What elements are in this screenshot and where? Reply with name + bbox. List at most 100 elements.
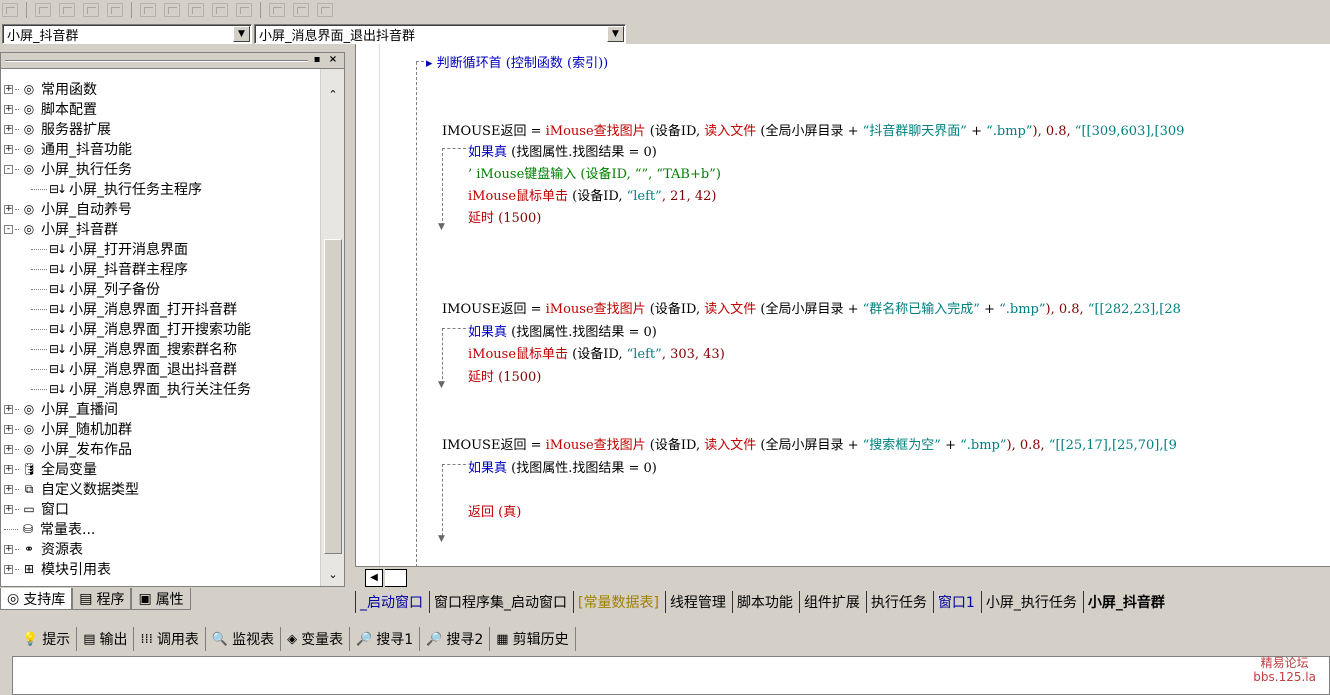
scroll-left-icon[interactable]: ◀: [365, 569, 383, 587]
tree-item[interactable]: ⊟↓ 小屏_消息界面_执行关注任务: [1, 379, 319, 399]
tree-item[interactable]: + ◎ 小屏_直播间: [1, 399, 319, 419]
expand-icon[interactable]: +: [4, 404, 13, 414]
editor-hscrollbar[interactable]: ◀: [355, 566, 1330, 588]
expand-icon[interactable]: +: [4, 464, 13, 474]
space-horizontal-icon[interactable]: [212, 3, 228, 17]
file-tab[interactable]: _启动窗口: [355, 591, 429, 613]
tab-search-2[interactable]: 🔎 搜寻2: [420, 627, 491, 651]
same-width-icon[interactable]: [140, 3, 156, 17]
tree-item[interactable]: + ⧉ 自定义数据类型: [1, 479, 319, 499]
tree-item[interactable]: + ◎ 通用_抖音功能: [1, 139, 319, 159]
file-tab[interactable]: 窗口1: [932, 591, 981, 613]
expand-icon[interactable]: +: [4, 124, 13, 134]
collapse-icon[interactable]: -: [4, 224, 13, 234]
file-tab[interactable]: 窗口程序集_启动窗口: [429, 591, 573, 613]
output-pane[interactable]: [12, 656, 1330, 695]
tab-watch-table[interactable]: 🔍 监视表: [206, 627, 282, 651]
tree-item[interactable]: + ◎ 小屏_随机加群: [1, 419, 319, 439]
same-height-icon[interactable]: [164, 3, 180, 17]
center-both-icon[interactable]: [317, 3, 333, 17]
code-line[interactable]: 返回 (真): [468, 501, 521, 520]
expand-icon[interactable]: +: [4, 564, 13, 574]
chevron-down-icon[interactable]: ▼: [233, 26, 250, 42]
code-editor[interactable]: ▸ 判断循环首 (控制函数 (索引)) IMOUSE返回 = iMouse查找图…: [355, 44, 1330, 566]
file-tab[interactable]: 执行任务: [865, 591, 933, 613]
tab-output[interactable]: ▤ 输出: [77, 627, 135, 651]
expand-icon[interactable]: +: [4, 444, 13, 454]
code-line[interactable]: 延时 (1500): [468, 366, 541, 385]
tree-item[interactable]: ⊟↓ 小屏_执行任务主程序: [1, 179, 319, 199]
tree-item[interactable]: + 🛢 全局变量: [1, 459, 319, 479]
tab-program[interactable]: ▤ 程序: [72, 588, 132, 610]
tree-item[interactable]: + ◎ 常用函数: [1, 79, 319, 99]
expand-icon[interactable]: +: [4, 104, 13, 114]
tab-call-table[interactable]: ⁞⁞⁞ 调用表: [134, 627, 206, 651]
code-line[interactable]: 延时 (1500): [468, 207, 541, 226]
tab-clipboard-history[interactable]: ▦ 剪辑历史: [490, 627, 576, 651]
tab-support-library[interactable]: ◎ 支持库: [0, 588, 73, 610]
tree-item[interactable]: + ◎ 小屏_自动养号: [1, 199, 319, 219]
code-line[interactable]: 如果真 (找图属性.找图结果 = 0): [468, 321, 657, 340]
code-line[interactable]: 如果真 (找图属性.找图结果 = 0): [468, 141, 657, 160]
center-vertical-icon[interactable]: [293, 3, 309, 17]
align-right-icon[interactable]: [107, 3, 123, 17]
tree-scrollbar[interactable]: ⌃ ⌄: [320, 69, 344, 586]
align-left-icon[interactable]: [2, 3, 18, 17]
align-top-icon[interactable]: [35, 3, 51, 17]
tab-search-1[interactable]: 🔎 搜寻1: [350, 627, 421, 651]
tree-item[interactable]: ⊟↓ 小屏_抖音群主程序: [1, 259, 319, 279]
file-tab[interactable]: 线程管理: [664, 591, 732, 613]
tree-item[interactable]: + ⊞ 模块引用表: [1, 559, 319, 579]
tree-item[interactable]: ⛁ 常量表...: [1, 519, 319, 539]
tree-item[interactable]: + ⚭ 资源表: [1, 539, 319, 559]
minimize-panel-icon[interactable]: ▪: [310, 54, 324, 67]
file-tab[interactable]: 脚本功能: [731, 591, 799, 613]
expand-icon[interactable]: +: [4, 544, 13, 554]
tree-item[interactable]: ⊟↓ 小屏_消息界面_搜索群名称: [1, 339, 319, 359]
tab-hint[interactable]: 💡 提示: [16, 627, 78, 651]
align-bottom-icon[interactable]: [83, 3, 99, 17]
scroll-down-icon[interactable]: ⌄: [324, 567, 342, 583]
tree-item[interactable]: + ◎ 脚本配置: [1, 99, 319, 119]
expand-icon[interactable]: +: [4, 484, 13, 494]
tab-variable-table[interactable]: ◈ 变量表: [281, 627, 351, 651]
center-horizontal-icon[interactable]: [269, 3, 285, 17]
file-tab[interactable]: 组件扩展: [798, 591, 866, 613]
subroutine-select[interactable]: 小屏_消息界面_退出抖音群 ▼: [254, 24, 626, 44]
space-vertical-icon[interactable]: [236, 3, 252, 17]
align-middle-icon[interactable]: [59, 3, 75, 17]
expand-icon[interactable]: +: [4, 204, 13, 214]
tree-item[interactable]: ⊟↓ 小屏_消息界面_打开搜索功能: [1, 319, 319, 339]
file-tab[interactable]: 小屏_执行任务: [980, 591, 1083, 613]
tree-item[interactable]: ⊟↓ 小屏_打开消息界面: [1, 239, 319, 259]
class-select[interactable]: 小屏_抖音群 ▼: [2, 24, 252, 44]
code-line[interactable]: IMOUSE返回 = iMouse查找图片 (设备ID, 读入文件 (全局小屏目…: [442, 434, 1177, 453]
code-line[interactable]: IMOUSE返回 = iMouse查找图片 (设备ID, 读入文件 (全局小屏目…: [442, 120, 1184, 139]
collapse-icon[interactable]: -: [4, 164, 13, 174]
tree-item[interactable]: ⊟↓ 小屏_消息界面_退出抖音群: [1, 359, 319, 379]
tab-properties[interactable]: ▣ 属性: [131, 588, 191, 610]
tree-item[interactable]: + ◎ 小屏_发布作品: [1, 439, 319, 459]
code-line[interactable]: iMouse鼠标单击 (设备ID, “left”, 303, 43): [468, 343, 725, 362]
code-line[interactable]: iMouse鼠标单击 (设备ID, “left”, 21, 42): [468, 185, 717, 204]
code-line[interactable]: ▸ 判断循环首 (控制函数 (索引)): [426, 52, 608, 71]
scroll-up-icon[interactable]: ⌃: [324, 87, 342, 103]
tree-item[interactable]: ⊟↓ 小屏_列子备份: [1, 279, 319, 299]
expand-icon[interactable]: +: [4, 504, 13, 514]
tree-item[interactable]: ⊟↓ 小屏_消息界面_打开抖音群: [1, 299, 319, 319]
tree-item[interactable]: + ▭ 窗口: [1, 499, 319, 519]
expand-icon[interactable]: +: [4, 424, 13, 434]
tree-item[interactable]: - ◎ 小屏_抖音群: [1, 219, 319, 239]
chevron-down-icon[interactable]: ▼: [607, 26, 624, 42]
code-line[interactable]: ’ iMouse键盘输入 (设备ID, “”, “TAB+b”): [468, 163, 721, 182]
close-icon[interactable]: ×: [326, 54, 340, 67]
code-line[interactable]: IMOUSE返回 = iMouse查找图片 (设备ID, 读入文件 (全局小屏目…: [442, 298, 1181, 317]
scrollbar-thumb[interactable]: [324, 239, 342, 554]
tree-item[interactable]: - ◎ 小屏_执行任务: [1, 159, 319, 179]
file-tab[interactable]: 小屏_抖音群: [1082, 591, 1171, 613]
scrollbar-track[interactable]: [385, 569, 407, 587]
file-tab[interactable]: [常量数据表]: [573, 591, 665, 613]
expand-icon[interactable]: +: [4, 144, 13, 154]
code-line[interactable]: 如果真 (找图属性.找图结果 = 0): [468, 457, 657, 476]
tree-item[interactable]: + ◎ 服务器扩展: [1, 119, 319, 139]
